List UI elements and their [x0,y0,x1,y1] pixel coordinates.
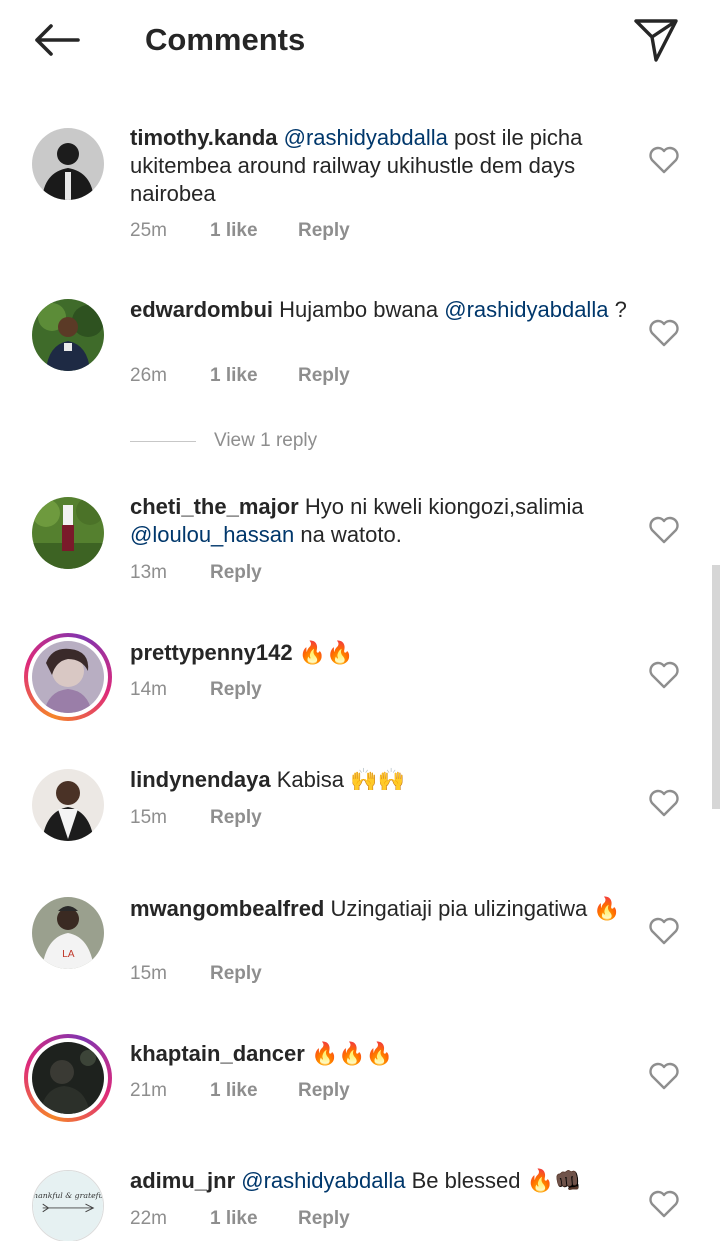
reply-button[interactable]: Reply [210,805,262,831]
comment-likes[interactable]: 1 like [210,218,298,244]
comment-username[interactable]: edwardombui [130,297,273,322]
heart-icon[interactable] [648,917,680,945]
avatar[interactable] [32,299,104,371]
reply-button[interactable]: Reply [210,677,262,703]
comment-body: Uzingatiaji pia ulizingatiwa 🔥 [324,896,621,921]
scrollbar[interactable] [712,565,720,809]
heart-icon[interactable] [648,146,680,174]
comment-time: 15m [130,807,167,828]
back-button[interactable] [28,18,84,62]
comment-meta: 15m Reply [130,805,262,831]
heart-icon[interactable] [648,319,680,347]
avatar[interactable] [32,128,104,200]
avatar[interactable] [32,497,104,569]
comment-likes[interactable]: 1 like [210,363,298,389]
comment-text: edwardombui Hujambo bwana @rashidyabdall… [130,296,630,324]
paper-plane-icon [634,19,678,62]
comment-mention[interactable]: @rashidyabdalla [284,125,448,150]
svg-text:LA: LA [62,949,75,960]
comment-mention[interactable]: @rashidyabdalla [241,1168,405,1193]
avatar-story-ring[interactable] [24,633,112,721]
comment-text: timothy.kanda @rashidyabdalla post ile p… [130,124,630,208]
comment-body-end: ? [608,297,627,322]
comment-likes[interactable]: 1 like [210,1078,298,1104]
comment-meta: 22m 1 like Reply [130,1206,350,1232]
arrow-left-icon [35,24,80,56]
top-bar: Comments [0,0,720,80]
comment-username[interactable]: mwangombealfred [130,896,324,921]
comment-meta: 14m Reply [130,677,262,703]
comment-username[interactable]: adimu_jnr [130,1168,235,1193]
comment-time: 22m [130,1208,167,1229]
reply-button[interactable]: Reply [298,363,350,389]
avatar[interactable] [32,769,104,841]
comment-text: adimu_jnr @rashidyabdalla Be blessed 🔥👊🏿 [130,1167,630,1195]
comment-text: lindynendaya Kabisa 🙌🙌 [130,766,630,794]
comment-body: Hyo ni kweli kiongozi,salimia [298,494,584,519]
heart-icon[interactable] [648,516,680,544]
heart-icon[interactable] [648,1062,680,1090]
comment-time: 25m [130,220,167,241]
comment-text: prettypenny142 🔥🔥 [130,639,630,667]
comment-likes[interactable]: 1 like [210,1206,298,1232]
view-replies-button[interactable]: View 1 reply [130,428,317,454]
comment-meta: 13m Reply [130,560,262,586]
comment-meta: 26m 1 like Reply [130,363,350,389]
heart-icon[interactable] [648,789,680,817]
comment-body: 🔥🔥🔥 [304,1041,394,1066]
reply-button[interactable]: Reply [210,560,262,586]
share-button[interactable] [628,14,684,66]
comment-text: khaptain_dancer 🔥🔥🔥 [130,1040,630,1068]
comment-username[interactable]: timothy.kanda [130,125,278,150]
avatar-story-ring[interactable] [24,1034,112,1122]
reply-button[interactable]: Reply [298,1078,350,1104]
comment-username[interactable]: lindynendaya [130,767,271,792]
reply-button[interactable]: Reply [210,961,262,987]
avatar[interactable]: thankful & grateful [32,1170,104,1241]
comment-body: Kabisa 🙌🙌 [270,767,405,792]
comment-text: cheti_the_major Hyo ni kweli kiongozi,sa… [130,493,630,549]
comment-body: Be blessed 🔥👊🏿 [405,1168,582,1193]
comment-mention[interactable]: @rashidyabdalla [444,297,608,322]
comment-body: Hujambo bwana [273,297,445,322]
comment-meta: 15m Reply [130,961,262,987]
reply-button[interactable]: Reply [298,1206,350,1232]
comment-mention[interactable]: @loulou_hassan [130,522,294,547]
replies-divider [130,440,196,442]
svg-text:thankful & grateful: thankful & grateful [33,1191,103,1200]
avatar[interactable]: LA [32,897,104,969]
comment-username[interactable]: khaptain_dancer [130,1041,305,1066]
heart-icon[interactable] [648,661,680,689]
comment-time: 26m [130,365,167,386]
comment-time: 14m [130,679,167,700]
comment-body-end: na watoto. [294,522,402,547]
comment-time: 13m [130,562,167,583]
comment-username[interactable]: cheti_the_major [130,494,299,519]
comment-meta: 25m 1 like Reply [130,218,350,244]
reply-button[interactable]: Reply [298,218,350,244]
comment-meta: 21m 1 like Reply [130,1078,350,1104]
heart-icon[interactable] [648,1190,680,1218]
comment-time: 21m [130,1080,167,1101]
comment-text: mwangombealfred Uzingatiaji pia ulizinga… [130,895,630,923]
page-title: Comments [145,22,306,57]
comment-time: 15m [130,963,167,984]
comment-body: 🔥🔥 [292,640,354,665]
view-replies-label: View 1 reply [214,430,318,451]
comment-username[interactable]: prettypenny142 [130,640,293,665]
